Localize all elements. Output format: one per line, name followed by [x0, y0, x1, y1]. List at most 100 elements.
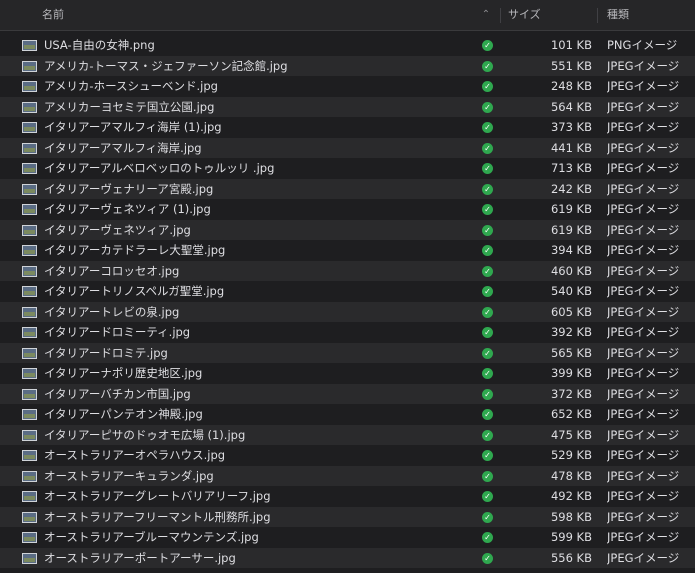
image-thumbnail-icon: [22, 491, 37, 502]
synced-check-icon: ✓: [482, 532, 493, 543]
file-size: 475 KB: [550, 427, 592, 442]
image-thumbnail-icon: [22, 388, 37, 400]
file-name: イタリアーパンテオン神殿.jpg: [44, 407, 203, 421]
file-kind: JPEGイメージ: [607, 202, 680, 216]
file-row[interactable]: オーストラリアーグレートバリアリーフ.jpg ✓ 492 KB JPEGイメージ: [0, 486, 695, 507]
file-row[interactable]: イタリアードロミーティ.jpg ✓ 392 KB JPEGイメージ: [0, 322, 695, 343]
file-kind: JPEGイメージ: [607, 489, 680, 503]
file-row[interactable]: イタリアードロミテ.jpg ✓ 565 KB JPEGイメージ: [0, 342, 695, 363]
file-size: 392 KB: [550, 325, 592, 339]
file-name: イタリアードロミテ.jpg: [44, 345, 168, 360]
name-column-header[interactable]: 名前: [42, 0, 472, 30]
file-row[interactable]: イタリアーヴェナリーア宮殿.jpg ✓ 242 KB JPEGイメージ: [0, 178, 695, 199]
synced-check-icon: ✓: [482, 470, 493, 482]
file-kind: JPEGイメージ: [607, 427, 680, 442]
image-thumbnail-icon: [22, 122, 37, 133]
file-kind: JPEGイメージ: [607, 243, 680, 257]
file-size: 373 KB: [550, 120, 592, 134]
file-kind: PNGイメージ: [607, 38, 678, 52]
synced-check-icon: ✓: [482, 327, 493, 338]
image-thumbnail-icon: [22, 306, 37, 318]
file-name: アメリカーヨセミテ国立公園.jpg: [44, 99, 215, 114]
file-name: イタリアーヴェナリーア宮殿.jpg: [44, 181, 214, 196]
file-size: 556 KB: [550, 550, 592, 565]
file-name: イタリアーヴェネツィア.jpg: [44, 222, 191, 237]
image-thumbnail-icon: [22, 327, 37, 338]
image-thumbnail-icon: [22, 450, 37, 461]
file-row[interactable]: イタリアーピサのドゥオモ広場 (1).jpg ✓ 475 KB JPEGイメージ: [0, 424, 695, 445]
kind-column-header[interactable]: 種類: [607, 0, 695, 30]
image-thumbnail-icon: [22, 409, 37, 420]
file-row[interactable]: イタリアーヴェネツィア.jpg ✓ 619 KB JPEGイメージ: [0, 219, 695, 240]
synced-check-icon: ✓: [482, 122, 493, 133]
file-size: 529 KB: [550, 448, 592, 462]
file-row[interactable]: イタリアーアマルフィ海岸 (1).jpg ✓ 373 KB JPEGイメージ: [0, 117, 695, 138]
file-name: イタリアーピサのドゥオモ広場 (1).jpg: [44, 427, 246, 442]
file-row[interactable]: イタリアーアルベロベッロのトゥルッリ .jpg ✓ 713 KB JPEGイメージ: [0, 158, 695, 179]
file-size: 441 KB: [550, 140, 592, 155]
file-row[interactable]: イタリアーヴェネツィア (1).jpg ✓ 619 KB JPEGイメージ: [0, 199, 695, 220]
finder-list-view: 名前 ⌃ サイズ 種類 USA-自由の女神.png ✓ 101 KB PNGイメージア…: [0, 0, 695, 573]
file-kind: JPEGイメージ: [607, 345, 680, 360]
file-kind: JPEGイメージ: [607, 448, 680, 462]
synced-check-icon: ✓: [482, 81, 493, 92]
file-kind: JPEGイメージ: [607, 325, 680, 339]
file-name: イタリアーカテドラーレ大聖堂.jpg: [44, 243, 226, 257]
image-thumbnail-icon: [22, 224, 37, 236]
synced-check-icon: ✓: [482, 286, 493, 297]
synced-check-icon: ✓: [482, 511, 493, 523]
column-divider[interactable]: [597, 8, 598, 23]
file-size: 565 KB: [550, 345, 592, 360]
file-kind: JPEGイメージ: [607, 263, 680, 278]
file-row[interactable]: オーストラリアーフリーマントル刑務所.jpg ✓ 598 KB JPEGイメージ: [0, 506, 695, 527]
image-thumbnail-icon: [22, 368, 37, 379]
file-name: イタリアーヴェネツィア (1).jpg: [44, 202, 211, 216]
column-divider[interactable]: [500, 8, 501, 23]
file-size: 619 KB: [550, 222, 592, 237]
synced-check-icon: ✓: [482, 204, 493, 215]
file-kind: JPEGイメージ: [607, 99, 680, 114]
file-row[interactable]: アメリカーヨセミテ国立公園.jpg ✓ 564 KB JPEGイメージ: [0, 96, 695, 117]
file-size: 248 KB: [550, 79, 592, 93]
file-row[interactable]: アメリカ-トーマス・ジェファーソン記念館.jpg ✓ 551 KB JPEGイメージ: [0, 55, 695, 76]
file-name: イタリアーコロッセオ.jpg: [44, 263, 180, 278]
file-kind: JPEGイメージ: [607, 222, 680, 237]
file-row[interactable]: オーストラリアーキュランダ.jpg ✓ 478 KB JPEGイメージ: [0, 465, 695, 486]
column-header: 名前 ⌃ サイズ 種類: [0, 0, 695, 31]
file-name: オーストラリアーポートアーサー.jpg: [44, 550, 236, 565]
file-row[interactable]: オーストラリアーブルーマウンテンズ.jpg ✓ 599 KB JPEGイメージ: [0, 527, 695, 548]
file-row[interactable]: イタリアートレビの泉.jpg ✓ 605 KB JPEGイメージ: [0, 301, 695, 322]
image-thumbnail-icon: [22, 183, 37, 195]
synced-check-icon: ✓: [482, 450, 493, 461]
file-row[interactable]: イタリアーナポリ歴史地区.jpg ✓ 399 KB JPEGイメージ: [0, 363, 695, 384]
file-row[interactable]: オーストラリアーオペラハウス.jpg ✓ 529 KB JPEGイメージ: [0, 445, 695, 466]
file-row[interactable]: イタリアーカテドラーレ大聖堂.jpg ✓ 394 KB JPEGイメージ: [0, 240, 695, 261]
file-row[interactable]: オーストラリアーポートアーサー.jpg ✓ 556 KB JPEGイメージ: [0, 547, 695, 568]
file-kind: JPEGイメージ: [607, 530, 680, 544]
chevron-up-icon[interactable]: ⌃: [478, 0, 494, 30]
file-size: 551 KB: [550, 58, 592, 73]
synced-check-icon: ✓: [482, 265, 493, 277]
file-kind: JPEGイメージ: [607, 468, 680, 483]
file-kind: JPEGイメージ: [607, 161, 680, 175]
file-row[interactable]: イタリアーコロッセオ.jpg ✓ 460 KB JPEGイメージ: [0, 260, 695, 281]
file-row[interactable]: アメリカ-ホースシューベンド.jpg ✓ 248 KB JPEGイメージ: [0, 76, 695, 97]
size-column-header[interactable]: サイズ: [508, 0, 588, 30]
synced-check-icon: ✓: [482, 491, 493, 502]
file-row[interactable]: イタリアートリノスペルガ聖堂.jpg ✓ 540 KB JPEGイメージ: [0, 281, 695, 302]
image-thumbnail-icon: [22, 265, 37, 277]
synced-check-icon: ✓: [482, 388, 493, 400]
file-size: 599 KB: [550, 530, 592, 544]
file-row[interactable]: イタリアーパンテオン神殿.jpg ✓ 652 KB JPEGイメージ: [0, 404, 695, 425]
file-row[interactable]: USA-自由の女神.png ✓ 101 KB PNGイメージ: [0, 35, 695, 56]
file-row[interactable]: イタリアーバチカン市国.jpg ✓ 372 KB JPEGイメージ: [0, 383, 695, 404]
file-size: 540 KB: [550, 284, 592, 298]
image-thumbnail-icon: [22, 245, 37, 256]
file-size: 478 KB: [550, 468, 592, 483]
file-row[interactable]: イタリアーアマルフィ海岸.jpg ✓ 441 KB JPEGイメージ: [0, 137, 695, 158]
file-name: オーストラリアーフリーマントル刑務所.jpg: [44, 509, 271, 524]
file-kind: JPEGイメージ: [607, 304, 680, 319]
file-name: オーストラリアーキュランダ.jpg: [44, 468, 214, 483]
file-name: イタリアーアマルフィ海岸.jpg: [44, 140, 202, 155]
file-kind: JPEGイメージ: [607, 407, 680, 421]
